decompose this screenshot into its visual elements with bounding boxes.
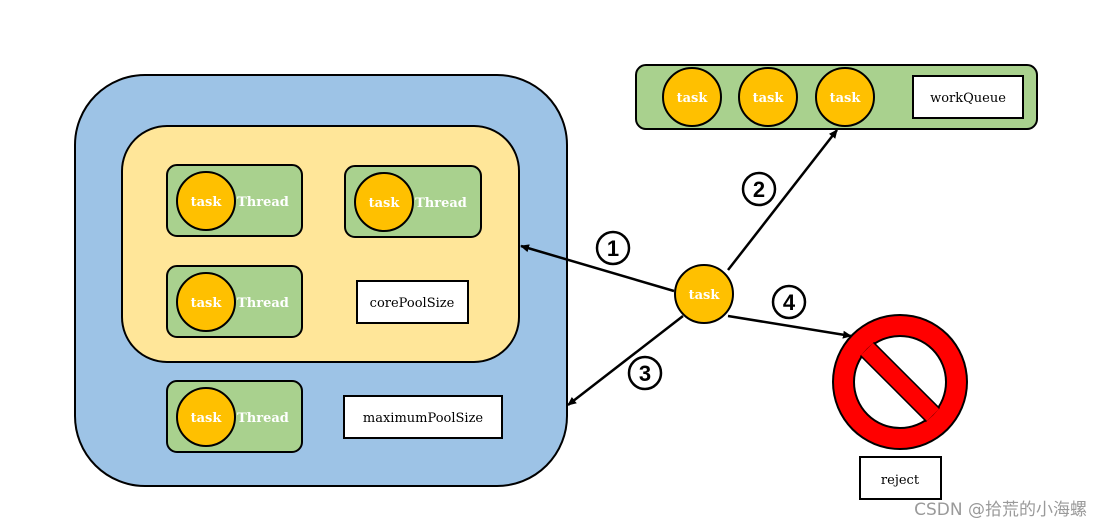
step-4: 4 — [771, 284, 807, 320]
queued-task-label: task — [753, 91, 785, 106]
svg-text:2: 2 — [753, 177, 765, 202]
task-label: task — [191, 195, 223, 210]
incoming-task-label: task — [689, 288, 721, 303]
task-label: task — [191, 296, 223, 311]
prohibited-sign-icon — [832, 314, 968, 450]
maximum-pool-size-label: maximumPoolSize — [363, 411, 484, 426]
svg-text:3: 3 — [639, 361, 651, 386]
thread-label: Thread — [237, 296, 289, 311]
work-queue: task task task workQueue — [635, 64, 1038, 130]
thread-label: Thread — [237, 411, 289, 426]
thread-2: task Thread — [344, 165, 482, 238]
reject-label: reject — [881, 473, 920, 488]
thread-label: Thread — [237, 195, 289, 210]
queued-task-label: task — [677, 91, 709, 106]
step-1: 1 — [595, 230, 631, 266]
arrow-2 — [727, 129, 838, 271]
arrow-3 — [567, 315, 684, 406]
queued-task-label: task — [830, 91, 862, 106]
thread-1: task Thread — [166, 164, 303, 237]
task-label: task — [191, 411, 223, 426]
svg-text:4: 4 — [783, 290, 796, 315]
thread-4: task Thread — [166, 380, 303, 453]
svg-text:1: 1 — [607, 236, 619, 261]
work-queue-label: workQueue — [930, 91, 1006, 106]
watermark: CSDN @拾荒的小海螺 — [914, 500, 1087, 520]
arrows — [520, 129, 852, 406]
thread-3: task Thread — [166, 265, 303, 338]
task-label: task — [369, 196, 401, 211]
thread-label: Thread — [415, 196, 467, 211]
core-pool-size-label: corePoolSize — [370, 296, 455, 311]
step-3: 3 — [627, 355, 663, 391]
step-2: 2 — [741, 171, 777, 207]
thread-pool-diagram: task Thread task Thread task Thread task… — [74, 64, 1087, 520]
